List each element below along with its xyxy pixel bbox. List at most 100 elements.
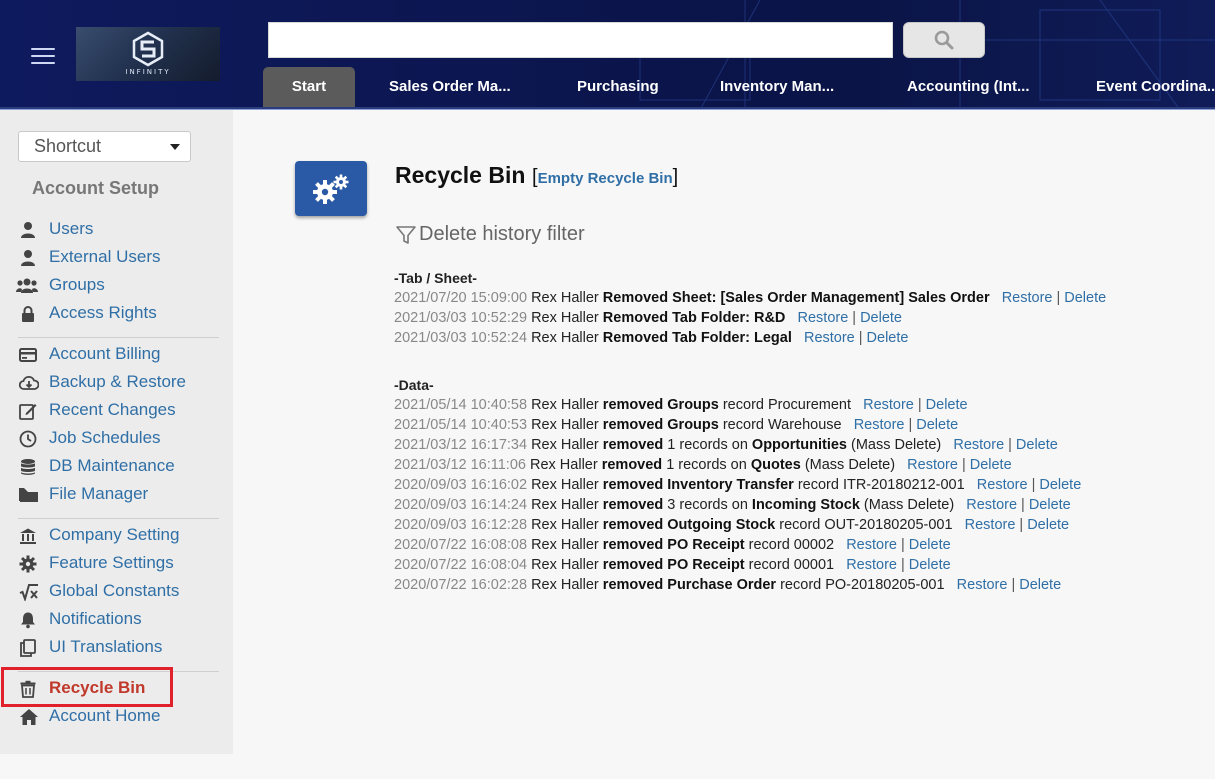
- sidebar-item-global-constants[interactable]: Global Constants: [0, 580, 233, 604]
- log-action-text: 1 records on: [663, 437, 752, 453]
- sidebar-item-ui-translations[interactable]: UI Translations: [0, 636, 233, 660]
- restore-link[interactable]: Restore: [846, 557, 897, 573]
- tab-accounting[interactable]: Accounting (Int...: [907, 67, 1029, 107]
- log-user: Rex Haller: [527, 477, 603, 493]
- log-action-bold: Quotes: [750, 457, 801, 473]
- log-action-bold: Removed Sheet: [Sales Order Management] …: [602, 290, 990, 306]
- log-timestamp: 2021/03/12 16:17:34: [394, 437, 528, 453]
- separator: |: [1019, 517, 1024, 533]
- sidebar-item-external-users[interactable]: External Users: [0, 246, 233, 270]
- separator: |: [1011, 577, 1016, 593]
- delete-link[interactable]: Delete: [1064, 290, 1106, 306]
- delete-link[interactable]: Delete: [867, 330, 909, 346]
- delete-link[interactable]: Delete: [1039, 477, 1081, 493]
- hamburger-menu-icon[interactable]: [31, 48, 55, 66]
- separator: |: [961, 457, 966, 473]
- user-icon: [21, 222, 35, 238]
- log-entry: 2021/03/12 16:17:34 Rex Haller removed 1…: [394, 435, 1058, 455]
- sidebar-item-company-setting[interactable]: Company Setting: [0, 524, 233, 548]
- restore-link[interactable]: Restore: [846, 537, 897, 553]
- restore-link[interactable]: Restore: [1002, 290, 1053, 306]
- separator: |: [1056, 290, 1061, 306]
- log-user: Rex Haller: [527, 537, 603, 553]
- tab-purchasing[interactable]: Purchasing: [577, 67, 659, 107]
- search-button[interactable]: [903, 22, 985, 58]
- sidebar-item-account-home[interactable]: Account Home: [0, 705, 233, 729]
- sidebar-item-label: Feature Settings: [49, 553, 174, 572]
- restore-link[interactable]: Restore: [966, 497, 1017, 513]
- restore-link[interactable]: Restore: [953, 437, 1004, 453]
- log-action-text: record PO-20180205-001: [776, 577, 945, 593]
- delete-history-filter[interactable]: Delete history filter: [395, 223, 585, 246]
- log-action-bold: Opportunities: [751, 437, 847, 453]
- separator: |: [858, 330, 863, 346]
- sidebar-item-groups[interactable]: Groups: [0, 274, 233, 298]
- top-header: INFINITY Start Sales Order Ma... Purchas…: [0, 0, 1215, 110]
- edit-icon: [19, 404, 37, 420]
- log-action-text: 3 records on: [663, 497, 752, 513]
- search-input[interactable]: [268, 22, 893, 58]
- delete-link[interactable]: Delete: [926, 397, 968, 413]
- delete-link[interactable]: Delete: [909, 537, 951, 553]
- log-action-bold: removed Purchase Order: [602, 577, 777, 593]
- sidebar-item-account-billing[interactable]: Account Billing: [0, 343, 233, 367]
- sidebar-divider: [18, 337, 219, 338]
- sidebar-item-job-schedules[interactable]: Job Schedules: [0, 427, 233, 451]
- log-timestamp: 2021/07/20 15:09:00: [394, 290, 528, 306]
- sidebar-item-notifications[interactable]: Notifications: [0, 608, 233, 632]
- restore-link[interactable]: Restore: [863, 397, 914, 413]
- restore-link[interactable]: Restore: [798, 310, 849, 326]
- delete-link[interactable]: Delete: [1029, 497, 1071, 513]
- sidebar-item-backup-restore[interactable]: Backup & Restore: [0, 371, 233, 395]
- sidebar-item-feature-settings[interactable]: Feature Settings: [0, 552, 233, 576]
- delete-link[interactable]: Delete: [1016, 437, 1058, 453]
- lock-icon: [22, 306, 34, 322]
- restore-link[interactable]: Restore: [957, 577, 1008, 593]
- log-user: Rex Haller: [527, 310, 603, 326]
- gear-icon: [19, 555, 37, 573]
- delete-link[interactable]: Delete: [909, 557, 951, 573]
- delete-link[interactable]: Delete: [970, 457, 1012, 473]
- users-icon: [16, 278, 38, 293]
- separator: |: [908, 417, 913, 433]
- log-entry: 2020/07/22 16:08:08 Rex Haller removed P…: [394, 535, 951, 555]
- delete-link[interactable]: Delete: [916, 417, 958, 433]
- square-root-icon: [19, 584, 38, 601]
- log-action-bold: removed: [602, 437, 664, 453]
- restore-link[interactable]: Restore: [965, 517, 1016, 533]
- tab-inventory-management[interactable]: Inventory Man...: [720, 67, 834, 107]
- tab-event-coordination[interactable]: Event Coordina...: [1096, 67, 1215, 107]
- restore-link[interactable]: Restore: [907, 457, 958, 473]
- sidebar-item-access-rights[interactable]: Access Rights: [0, 302, 233, 326]
- log-user: Rex Haller: [527, 397, 603, 413]
- log-timestamp: 2020/09/03 16:12:28: [394, 517, 528, 533]
- tab-sales-order-management[interactable]: Sales Order Ma...: [389, 67, 511, 107]
- sidebar-item-file-manager[interactable]: File Manager: [0, 483, 233, 507]
- restore-link[interactable]: Restore: [804, 330, 855, 346]
- restore-link[interactable]: Restore: [854, 417, 905, 433]
- delete-link[interactable]: Delete: [1019, 577, 1061, 593]
- folder-icon: [19, 488, 38, 502]
- sidebar-item-label: Account Billing: [49, 344, 161, 363]
- database-icon: [21, 459, 35, 475]
- delete-link[interactable]: Delete: [1027, 517, 1069, 533]
- log-entry: 2020/09/03 16:12:28 Rex Haller removed O…: [394, 515, 1069, 535]
- empty-recycle-bin-link[interactable]: Empty Recycle Bin: [538, 170, 673, 187]
- tab-start[interactable]: Start: [263, 67, 355, 107]
- delete-link[interactable]: Delete: [860, 310, 902, 326]
- log-action-bold: Removed Tab Folder: R&D: [602, 310, 786, 326]
- sidebar-item-db-maintenance[interactable]: DB Maintenance: [0, 455, 233, 479]
- infinity-logo[interactable]: INFINITY: [76, 27, 220, 81]
- shortcut-dropdown[interactable]: Shortcut: [18, 131, 191, 162]
- sidebar-item-recent-changes[interactable]: Recent Changes: [0, 399, 233, 423]
- log-user: Rex Haller: [527, 330, 603, 346]
- restore-link[interactable]: Restore: [977, 477, 1028, 493]
- separator: |: [900, 557, 905, 573]
- log-action-bold: removed Inventory Transfer: [602, 477, 794, 493]
- log-user: Rex Haller: [527, 437, 603, 453]
- sidebar-item-users[interactable]: Users: [0, 218, 233, 242]
- recycle-bin-page-icon: [295, 161, 367, 216]
